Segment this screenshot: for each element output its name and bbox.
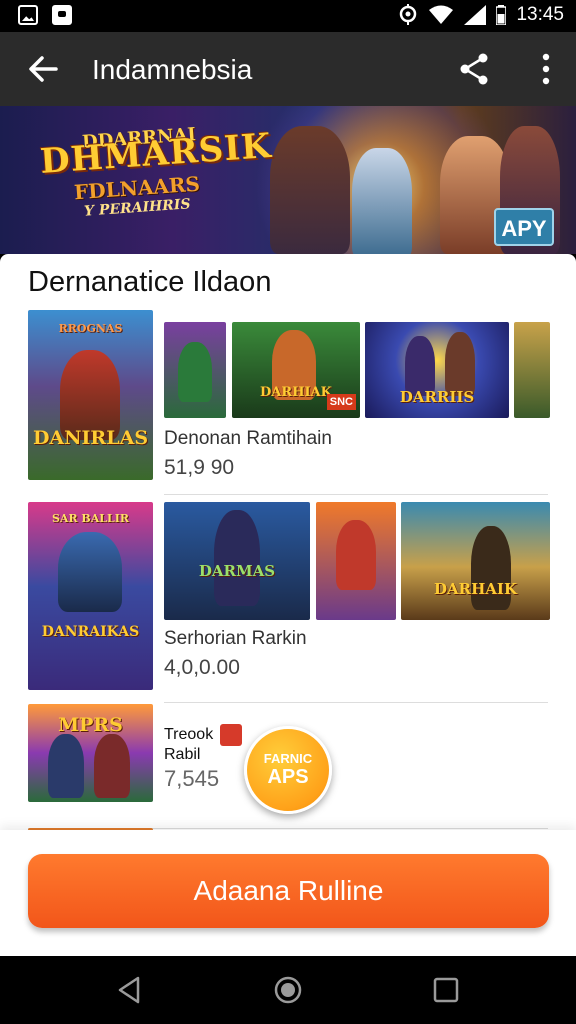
item-price: 51,9 90 — [164, 456, 235, 479]
app-bar: Indamnebsia — [0, 32, 576, 106]
back-triangle-icon[interactable] — [114, 974, 146, 1006]
screenshot-caption: DARHAIK — [434, 580, 517, 598]
item-screenshot[interactable] — [316, 502, 396, 620]
more-vert-icon[interactable] — [540, 52, 552, 86]
banner-hero-figure — [270, 126, 350, 254]
item-screenshot[interactable]: DARHAIK — [401, 502, 550, 620]
primary-action-button[interactable]: Adaana Rulline — [28, 854, 549, 928]
location-icon — [400, 4, 417, 25]
item-screenshot[interactable]: DARHIAK SNC — [232, 322, 360, 418]
item-screenshot[interactable]: DARMAS — [164, 502, 310, 620]
bottom-action-area: Adaana Rulline — [0, 830, 576, 956]
arrow-left-icon[interactable] — [26, 52, 60, 86]
item-screenshot[interactable] — [514, 322, 550, 418]
signal-icon — [464, 5, 487, 25]
cover-top-text: RROGNAS — [58, 322, 123, 335]
fab-label-top: FARNIC — [263, 751, 313, 766]
item-label: Serhorian Rarkin — [164, 628, 307, 649]
item-label: Denonan Ramtihain — [164, 428, 332, 449]
divider — [164, 702, 548, 703]
item-cover[interactable]: MPRS — [28, 704, 153, 802]
recents-square-icon[interactable] — [430, 974, 462, 1006]
apk-fab-button[interactable]: FARNIC APS — [244, 726, 332, 814]
banner-badge[interactable]: APY — [494, 208, 554, 246]
item-screenshot[interactable] — [164, 322, 226, 418]
screenshot-badge: SNC — [326, 394, 356, 410]
home-circle-icon[interactable] — [272, 974, 304, 1006]
screenshot-caption: DARMAS — [198, 562, 276, 580]
section-heading: Dernanatice Ildaon — [28, 266, 272, 298]
item-cover[interactable]: SAR BALLIR DANRAIKAS — [28, 502, 153, 690]
cover-title: MPRS — [58, 714, 123, 736]
status-time: 13:45 — [516, 4, 564, 25]
item-label-secondary: Rabil — [164, 746, 201, 763]
app-title: Indamnebsia — [92, 54, 253, 85]
cover-title: DANRAIKAS — [41, 624, 140, 640]
screenshot-caption: DARRIIS — [399, 388, 475, 406]
cover-top-text: SAR BALLIR — [51, 512, 130, 525]
item-screenshot[interactable]: DARRIIS — [365, 322, 509, 418]
system-nav-bar — [0, 956, 576, 1024]
wifi-icon — [429, 5, 454, 24]
message-icon — [52, 5, 72, 25]
item-price: 4,0,0.00 — [164, 656, 240, 679]
item-cover[interactable]: RROGNAS DANIRLAS — [28, 310, 153, 480]
fab-label: APS — [267, 766, 309, 788]
item-tag-icon — [220, 724, 242, 746]
battery-icon — [496, 5, 507, 25]
share-icon[interactable] — [458, 52, 490, 86]
image-icon — [18, 5, 38, 25]
hero-banner[interactable]: DDARRNAI DHMARSIK FDLNAARS Y PERAIHRIS A… — [0, 106, 576, 254]
banner-hero-figure — [352, 148, 412, 254]
cover-title: DANIRLAS — [32, 427, 149, 450]
divider — [164, 494, 548, 495]
item-price: 7,545 — [164, 766, 220, 791]
item-label: Treook — [164, 726, 214, 743]
status-bar: 13:45 — [0, 0, 576, 32]
